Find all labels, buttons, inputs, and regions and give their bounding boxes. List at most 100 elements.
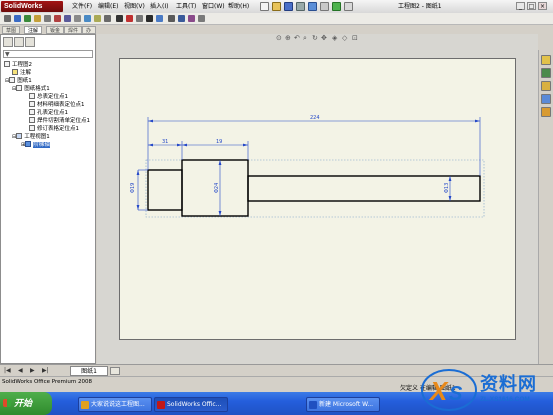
geometric-tolerance-icon[interactable] bbox=[64, 15, 71, 22]
hole-callout-icon[interactable] bbox=[94, 15, 101, 22]
dimension-second-step[interactable]: 19 bbox=[216, 139, 222, 145]
note-icon[interactable] bbox=[14, 15, 21, 22]
revision-symbol-icon[interactable] bbox=[156, 15, 163, 22]
weld-symbol-icon[interactable] bbox=[54, 15, 61, 22]
drawing-view-icon bbox=[16, 133, 23, 139]
datum-target-icon[interactable] bbox=[84, 15, 91, 22]
spell-checker-icon[interactable] bbox=[188, 15, 195, 22]
dimension-first-step[interactable]: 31 bbox=[162, 139, 168, 145]
cosmetic-thread-icon[interactable] bbox=[104, 15, 111, 22]
tree-item-drawing[interactable]: 工程图2 bbox=[4, 61, 32, 69]
anchor-icon bbox=[29, 125, 35, 131]
dimension-diameter-1[interactable]: Φ19 bbox=[130, 183, 136, 193]
centerline-icon[interactable] bbox=[136, 15, 143, 22]
dimension-diameter-2[interactable]: Φ24 bbox=[214, 183, 220, 193]
tree-item-anchor[interactable]: 材料明细表定位点1 bbox=[29, 101, 85, 109]
minimize-button[interactable]: _ bbox=[516, 2, 525, 10]
tab-weldments[interactable]: 焊件 bbox=[64, 26, 83, 34]
taskbar-item-word[interactable]: 新建 Microsoft W... bbox=[306, 397, 380, 412]
datum-feature-icon[interactable] bbox=[74, 15, 81, 22]
previous-view-icon[interactable]: ↶ bbox=[294, 35, 300, 42]
auto-balloon-icon[interactable] bbox=[34, 15, 41, 22]
save-icon[interactable] bbox=[284, 2, 293, 11]
previous-sheet-icon[interactable]: ◀ bbox=[18, 367, 23, 375]
solidworks-logo[interactable]: SolidWorks bbox=[1, 1, 63, 12]
balloon-icon[interactable] bbox=[24, 15, 31, 22]
select-icon[interactable] bbox=[320, 2, 329, 11]
add-sheet-icon[interactable] bbox=[110, 367, 120, 375]
next-sheet-icon[interactable]: ▶ bbox=[30, 367, 35, 375]
tree-item-anchor[interactable]: 焊件切割清单定位点1 bbox=[29, 117, 90, 125]
anchor-icon bbox=[29, 117, 35, 123]
area-hatch-icon[interactable] bbox=[146, 15, 153, 22]
table-icon[interactable] bbox=[168, 15, 175, 22]
design-library-icon[interactable] bbox=[541, 68, 551, 78]
undo-icon[interactable] bbox=[308, 2, 317, 11]
tree-item-sheet[interactable]: ⊟ 图纸1 bbox=[5, 77, 32, 85]
tree-item-part[interactable]: ⊞ 阶梯轴 bbox=[21, 141, 50, 149]
zoom-in-out-icon[interactable]: ⌕ bbox=[303, 35, 307, 42]
menu-view[interactable]: 视图(V) bbox=[122, 1, 147, 12]
block-icon[interactable] bbox=[116, 15, 123, 22]
menu-insert[interactable]: 插入(I) bbox=[148, 1, 170, 12]
tree-item-annotations[interactable]: 注解 bbox=[12, 69, 31, 77]
zoom-to-area-icon[interactable]: ⊕ bbox=[285, 35, 291, 42]
last-sheet-icon[interactable]: ▶| bbox=[42, 367, 49, 375]
center-mark-icon[interactable] bbox=[126, 15, 133, 22]
options-icon[interactable] bbox=[344, 2, 353, 11]
display-style-icon[interactable]: ◇ bbox=[342, 35, 347, 42]
tree-item-anchor[interactable]: 总表定位点1 bbox=[29, 93, 68, 101]
rotate-icon[interactable]: ↻ bbox=[312, 35, 318, 42]
tree-filter-input[interactable]: ▼ bbox=[3, 50, 93, 58]
surface-finish-icon[interactable] bbox=[44, 15, 51, 22]
windows-logo-icon bbox=[3, 399, 11, 407]
sheet-tab-sheet1[interactable]: 图纸1 bbox=[70, 366, 108, 376]
tree-item-anchor[interactable]: 修订表格定位点1 bbox=[29, 125, 79, 133]
tab-office-products[interactable]: 办公室产品 bbox=[82, 26, 96, 34]
start-button[interactable]: 开始 bbox=[0, 392, 52, 415]
drawing-sheet[interactable]: 224 31 19 Φ19 Φ24 Φ13 bbox=[119, 58, 516, 340]
model-items-icon[interactable] bbox=[178, 15, 185, 22]
appearances-icon[interactable] bbox=[541, 107, 551, 117]
feature-tree-tab-icon[interactable] bbox=[3, 37, 13, 47]
open-folder-icon[interactable] bbox=[272, 2, 281, 11]
taskbar-item-solidworks[interactable]: SolidWorks Offic... bbox=[154, 397, 228, 412]
tree-item-anchor[interactable]: 孔表定位点1 bbox=[29, 109, 68, 117]
solidworks-resources-icon[interactable] bbox=[541, 55, 551, 65]
taskbar-item-webpage[interactable]: 大家说说这工程图... bbox=[78, 397, 152, 412]
tree-item-sheet-format[interactable]: ⊟ 图纸格式1 bbox=[12, 85, 50, 93]
tab-annotation[interactable]: 注解 bbox=[24, 26, 43, 34]
shaft-drawing-view[interactable]: 224 31 19 Φ19 Φ24 Φ13 bbox=[120, 59, 517, 341]
tab-sheet-metal[interactable]: 钣金 bbox=[46, 26, 65, 34]
browser-icon bbox=[81, 401, 89, 409]
first-sheet-icon[interactable]: |◀ bbox=[4, 367, 11, 375]
tab-sketch[interactable]: 草图 bbox=[2, 26, 21, 34]
property-manager-tab-icon[interactable] bbox=[14, 37, 24, 47]
view-orientation-icon[interactable]: ◈ bbox=[332, 35, 337, 42]
view-palette-icon[interactable] bbox=[541, 94, 551, 104]
dimension-overall-length[interactable]: 224 bbox=[310, 115, 320, 121]
hide-show-icon[interactable]: ⊡ bbox=[352, 35, 358, 42]
format-painter-icon[interactable] bbox=[198, 15, 205, 22]
close-button[interactable]: × bbox=[538, 2, 547, 10]
new-document-icon[interactable] bbox=[260, 2, 269, 11]
configuration-manager-tab-icon[interactable] bbox=[25, 37, 35, 47]
menu-window[interactable]: 窗口(W) bbox=[200, 1, 227, 12]
sheet-icon bbox=[9, 77, 16, 83]
dimension-diameter-3[interactable]: Φ13 bbox=[444, 183, 450, 193]
pan-icon[interactable]: ✥ bbox=[321, 35, 327, 42]
smart-dimension-icon[interactable] bbox=[4, 15, 11, 22]
maximize-button[interactable]: □ bbox=[527, 2, 536, 10]
rebuild-icon[interactable] bbox=[332, 2, 341, 11]
annotation-icon bbox=[12, 69, 18, 75]
menu-help[interactable]: 帮助(H) bbox=[226, 1, 251, 12]
dimension-labels: 224 31 19 Φ19 Φ24 Φ13 bbox=[130, 115, 450, 193]
watermark-url: ZL.XS1616.COM bbox=[480, 396, 530, 403]
zoom-to-fit-icon[interactable]: ⊙ bbox=[276, 35, 282, 42]
menu-tools[interactable]: 工具(T) bbox=[174, 1, 198, 12]
print-icon[interactable] bbox=[296, 2, 305, 11]
file-explorer-icon[interactable] bbox=[541, 81, 551, 91]
menu-file[interactable]: 文件(F) bbox=[70, 1, 94, 12]
menu-edit[interactable]: 编辑(E) bbox=[96, 1, 120, 12]
tree-item-drawing-view[interactable]: ⊟ 工程视图1 bbox=[12, 133, 50, 141]
